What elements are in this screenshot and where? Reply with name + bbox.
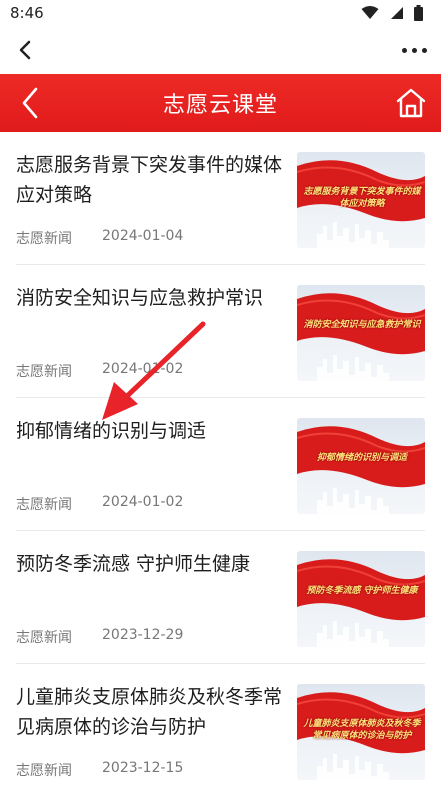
status-time: 8:46 — [10, 4, 44, 22]
article-title: 志愿服务背景下突发事件的媒体应对策略 — [16, 154, 283, 206]
article-meta: 志愿新闻 2023-12-29 — [16, 627, 282, 647]
article-meta: 志愿新闻 2024-01-02 — [16, 494, 282, 514]
article-date: 2024-01-02 — [102, 494, 184, 510]
article-thumbnail[interactable]: 儿童肺炎支原体肺炎及秋冬季常见病原体的诊治与防护 — [297, 684, 425, 780]
article-date: 2023-12-29 — [102, 627, 184, 643]
article-title: 抑郁情绪的识别与调适 — [16, 420, 207, 442]
list-item[interactable]: 儿童肺炎支原体肺炎及秋冬季常见病原体的诊治与防护 志愿新闻 2023-12-15… — [16, 664, 425, 797]
article-source: 志愿新闻 — [16, 364, 72, 380]
article-meta: 志愿新闻 2023-12-15 — [16, 760, 282, 780]
article-title: 预防冬季流感 守护师生健康 — [16, 553, 251, 575]
article-thumbnail[interactable]: 抑郁情绪的识别与调适 — [297, 418, 425, 514]
more-icon[interactable] — [402, 47, 431, 53]
list-item[interactable]: 消防安全知识与应急救护常识 志愿新闻 2024-01-02 消防安全知识与应急救… — [16, 265, 425, 398]
article-title: 儿童肺炎支原体肺炎及秋冬季常见病原体的诊治与防护 — [16, 686, 283, 738]
page-title: 志愿云课堂 — [162, 93, 278, 118]
home-button[interactable] — [391, 83, 431, 123]
home-icon — [396, 88, 426, 118]
article-source: 志愿新闻 — [16, 497, 72, 513]
thumbnail-caption: 儿童肺炎支原体肺炎及秋冬季常见病原体的诊治与防护 — [303, 719, 421, 741]
list-item-text: 预防冬季流感 守护师生健康 志愿新闻 2023-12-29 — [16, 551, 282, 647]
thumbnail-caption: 志愿服务背景下突发事件的媒体应对策略 — [303, 187, 421, 209]
status-icons — [361, 5, 423, 21]
article-thumbnail[interactable]: 志愿服务背景下突发事件的媒体应对策略 — [297, 152, 425, 248]
list-item-text: 儿童肺炎支原体肺炎及秋冬季常见病原体的诊治与防护 志愿新闻 2023-12-15 — [16, 684, 282, 780]
battery-icon — [414, 5, 423, 21]
list-item-text: 消防安全知识与应急救护常识 志愿新闻 2024-01-02 — [16, 285, 282, 381]
status-bar: 8:46 — [0, 0, 441, 26]
list-item[interactable]: 抑郁情绪的识别与调适 志愿新闻 2024-01-02 抑郁情绪的识别与调适 — [16, 398, 425, 531]
header-back-icon — [22, 87, 38, 119]
back-arrow-icon — [19, 40, 31, 60]
article-source: 志愿新闻 — [16, 231, 72, 247]
page-header: 志愿云课堂 — [0, 74, 441, 132]
list-item[interactable]: 志愿服务背景下突发事件的媒体应对策略 志愿新闻 2024-01-04 志愿服务背… — [16, 132, 425, 265]
article-thumbnail[interactable]: 预防冬季流感 守护师生健康 — [297, 551, 425, 647]
article-meta: 志愿新闻 2024-01-04 — [16, 228, 282, 248]
article-meta: 志愿新闻 2024-01-02 — [16, 361, 282, 381]
article-source: 志愿新闻 — [16, 763, 72, 779]
wifi-icon — [361, 6, 379, 19]
thumbnail-caption: 抑郁情绪的识别与调适 — [316, 453, 407, 463]
article-date: 2023-12-15 — [102, 760, 184, 776]
header-back-button[interactable] — [10, 83, 50, 123]
signal-icon — [391, 7, 403, 19]
article-date: 2024-01-02 — [102, 361, 184, 377]
article-title: 消防安全知识与应急救护常识 — [16, 287, 264, 309]
list-item-text: 志愿服务背景下突发事件的媒体应对策略 志愿新闻 2024-01-04 — [16, 152, 282, 248]
article-list: 志愿服务背景下突发事件的媒体应对策略 志愿新闻 2024-01-04 志愿服务背… — [0, 132, 441, 797]
nav-bar — [0, 26, 441, 74]
article-source: 志愿新闻 — [16, 630, 72, 646]
thumbnail-caption: 预防冬季流感 守护师生健康 — [306, 586, 418, 596]
list-item[interactable]: 预防冬季流感 守护师生健康 志愿新闻 2023-12-29 预防冬季流感 守护师… — [16, 531, 425, 664]
list-item-text: 抑郁情绪的识别与调适 志愿新闻 2024-01-02 — [16, 418, 282, 514]
article-date: 2024-01-04 — [102, 228, 184, 244]
nav-back-button[interactable] — [10, 35, 40, 65]
thumbnail-caption: 消防安全知识与应急救护常识 — [303, 320, 421, 330]
article-thumbnail[interactable]: 消防安全知识与应急救护常识 — [297, 285, 425, 381]
